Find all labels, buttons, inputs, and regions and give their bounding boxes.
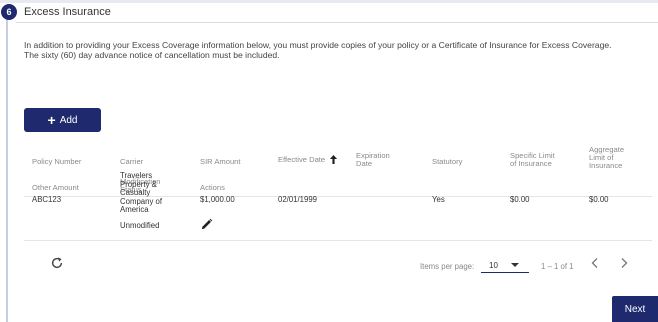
add-button[interactable]: + Add	[24, 108, 101, 132]
intro-text: In addition to providing your Excess Cov…	[24, 40, 658, 60]
section-title: Excess Insurance	[24, 6, 111, 18]
step-number-badge: 6	[1, 4, 17, 20]
column-header-expiration-date[interactable]: Expiration Date	[356, 152, 390, 168]
column-header-policy-number[interactable]: Policy Number	[32, 158, 81, 166]
cell-modification-status: Unmodified	[120, 221, 160, 230]
column-header-other-amount[interactable]: Other Amount	[32, 184, 79, 192]
cell-effective-date: 02/01/1999	[278, 195, 318, 204]
section-header-divider	[16, 22, 658, 23]
intro-line-1: In addition to providing your Excess Cov…	[24, 40, 612, 50]
cell-policy-number: ABC123	[32, 195, 62, 204]
cell-specific-limit: $0.00	[510, 195, 530, 204]
intro-line-2: The sixty (60) day advance notice of can…	[24, 50, 280, 60]
next-button[interactable]: Next	[612, 296, 658, 322]
table-bottom-divider	[24, 240, 652, 241]
cell-sir-amount: $1,000.00	[200, 195, 235, 204]
chevron-right-icon[interactable]	[617, 256, 631, 270]
column-header-carrier[interactable]: Carrier	[120, 158, 143, 166]
items-per-page-select[interactable]: 10	[481, 258, 529, 273]
items-per-page-label: Items per page:	[420, 262, 475, 271]
carrier-line: America	[120, 205, 149, 214]
add-button-label: Add	[59, 114, 78, 126]
specific-limit-label-line-2: of Insurance	[510, 159, 552, 168]
aggregate-limit-label-line-3: Insurance	[589, 161, 623, 170]
top-divider	[0, 0, 658, 3]
pagination-range: 1 – 1 of 1	[541, 262, 574, 271]
section-left-border	[6, 12, 8, 322]
cell-carrier: Travelers Property & Casualty Company of…	[120, 171, 162, 215]
column-header-effective-date[interactable]: Effective Date	[278, 154, 338, 165]
cell-aggregate-limit: $0.00	[589, 195, 609, 204]
pencil-icon[interactable]	[200, 218, 213, 231]
expiration-date-label-line-2: Date	[356, 159, 373, 168]
chevron-left-icon[interactable]	[588, 256, 602, 270]
column-header-aggregate-limit[interactable]: Aggregate Limit of Insurance	[589, 146, 624, 170]
column-header-specific-limit[interactable]: Specific Limit of Insurance	[510, 152, 555, 168]
header-divider	[24, 196, 652, 197]
column-header-actions: Actions	[200, 183, 225, 192]
items-per-page-value: 10	[489, 260, 498, 270]
column-header-sir-amount[interactable]: SIR Amount	[200, 158, 241, 166]
effective-date-label: Effective Date	[278, 154, 326, 164]
dropdown-caret-icon	[510, 263, 519, 267]
cell-statutory: Yes	[432, 195, 445, 204]
arrow-up-icon[interactable]	[329, 154, 338, 165]
refresh-icon[interactable]	[50, 256, 64, 270]
plus-icon: +	[47, 112, 56, 128]
column-header-statutory[interactable]: Statutory	[432, 158, 462, 166]
